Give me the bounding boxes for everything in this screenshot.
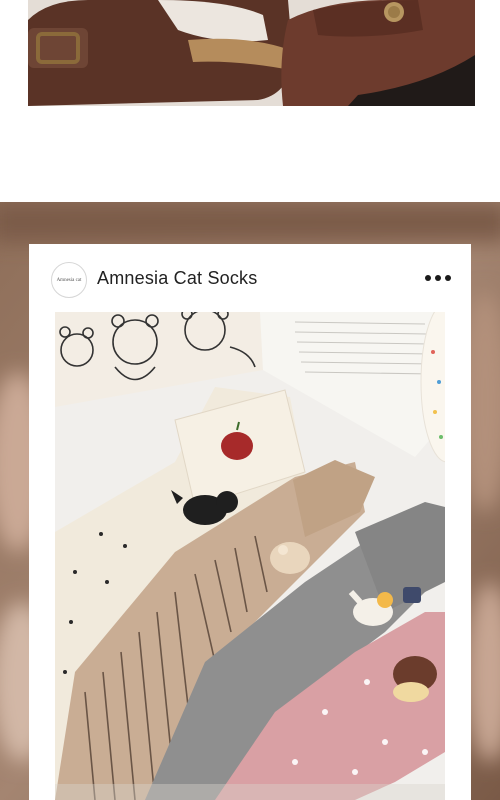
shoes-photo bbox=[28, 0, 475, 106]
avatar-logo-text: Amnesia cat bbox=[56, 277, 82, 283]
spacer bbox=[0, 106, 500, 202]
post-header: Amnesia cat Amnesia Cat Socks bbox=[29, 244, 471, 310]
socks-product-photo bbox=[55, 312, 445, 800]
account-name[interactable]: Amnesia Cat Socks bbox=[97, 268, 257, 289]
post-card: Amnesia cat Amnesia Cat Socks bbox=[29, 244, 471, 800]
more-horizontal-icon[interactable] bbox=[425, 272, 453, 284]
avatar[interactable]: Amnesia cat bbox=[51, 262, 87, 298]
